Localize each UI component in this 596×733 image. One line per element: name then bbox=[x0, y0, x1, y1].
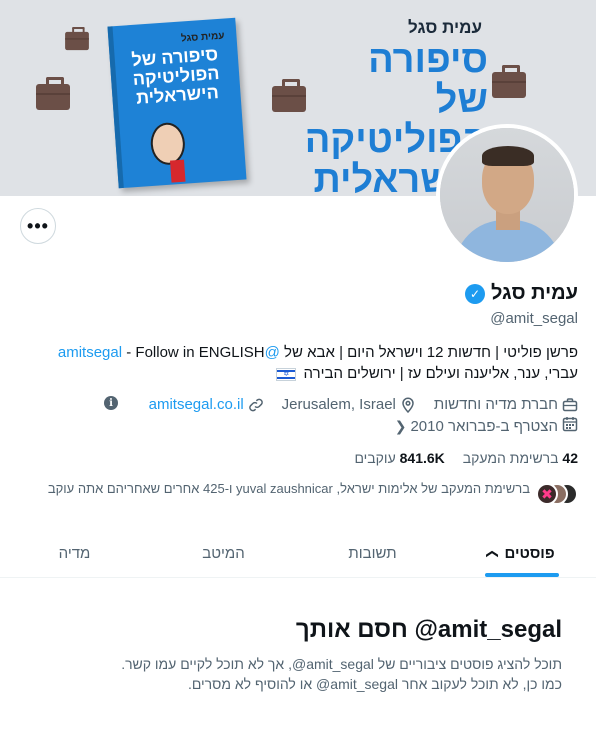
tab-label: פוסטים bbox=[504, 545, 555, 562]
briefcase-icon bbox=[492, 65, 526, 98]
blocked-description: תוכל להציג פוסטים ציבוריים של amit_segal… bbox=[22, 654, 562, 694]
info-icon[interactable]: i bbox=[104, 396, 118, 410]
follower-avatars: ✖ bbox=[536, 483, 578, 507]
more-options-button[interactable]: ••• bbox=[20, 208, 56, 244]
bio-line-1: פרשן פוליטי | חדשות 12 וישראל היום | אבא… bbox=[12, 342, 578, 363]
profile-meta: חברת מדיה וחדשות Jerusalem, Israel amits… bbox=[12, 395, 578, 415]
banner-title-line: סיפורה של bbox=[368, 39, 488, 121]
blocked-line: כמו כן, לא תוכל לעקוב אחר amit_segal@ או… bbox=[187, 676, 562, 692]
followers-you-know-text: ברשימת המעקב של אלימות ישראל, yuval zaus… bbox=[47, 481, 530, 496]
follower-avatar: ✖ bbox=[536, 483, 558, 505]
followers-count: 841.6K bbox=[399, 450, 445, 466]
bio-text: פרשן פוליטי | חדשות 12 וישראל היום | אבא… bbox=[284, 344, 578, 361]
book-cover: עמית סגל סיפורה של הפוליטיקה הישראלית bbox=[107, 17, 247, 189]
blocked-line: תוכל להציג פוסטים ציבוריים של amit_segal… bbox=[121, 656, 562, 672]
briefcase-icon bbox=[562, 397, 578, 413]
more-icon: ••• bbox=[27, 216, 49, 236]
location-item: Jerusalem, Israel bbox=[282, 395, 416, 415]
link-icon bbox=[248, 397, 264, 413]
category-label: חברת מדיה וחדשות bbox=[433, 396, 558, 413]
profile-avatar[interactable] bbox=[436, 124, 578, 266]
tab-label: המיטב bbox=[202, 545, 245, 562]
profile-bio: פרשן פוליטי | חדשות 12 וישראל היום | אבא… bbox=[12, 342, 578, 384]
chevron-left-icon: ❮ bbox=[394, 417, 407, 434]
followers-link[interactable]: 841.6K עוקבים bbox=[354, 450, 444, 466]
profile-tabs: פוסטים ❯ תשובות המיטב מדיה bbox=[0, 530, 596, 578]
profile-handle: @amit_segal bbox=[490, 310, 578, 327]
following-link[interactable]: 42 ברשימת המעקב bbox=[463, 450, 578, 466]
tab-label: מדיה bbox=[58, 545, 91, 562]
banner-author: עמית סגל bbox=[408, 18, 482, 37]
joined-label: הצטרף ב-פברואר 2010 bbox=[410, 417, 558, 435]
book-title: סיפורה של הפוליטיקה הישראלית bbox=[130, 44, 221, 108]
location-label: Jerusalem, Israel bbox=[281, 396, 396, 413]
verified-badge-icon[interactable]: ✓ bbox=[464, 283, 485, 304]
tab-label: תשובות bbox=[348, 545, 397, 562]
book-author: עמית סגל bbox=[180, 30, 225, 45]
avatar-hair bbox=[482, 146, 534, 166]
profile-stats: 42 ברשימת המעקב 841.6K עוקבים bbox=[354, 450, 578, 466]
location-pin-icon bbox=[400, 397, 416, 413]
following-label: ברשימת המעקב bbox=[462, 450, 559, 466]
bio-english-note: - Follow in ENGLISH bbox=[126, 344, 265, 361]
active-tab-indicator bbox=[484, 573, 559, 577]
website-link[interactable]: amitsegal.co.il bbox=[149, 395, 244, 415]
display-name: עמית סגל bbox=[490, 282, 578, 304]
tab-replies[interactable]: תשובות bbox=[298, 530, 447, 577]
briefcase-icon bbox=[36, 77, 70, 110]
profile-name-row: עמית סגל ✓ bbox=[464, 282, 578, 305]
joined-date[interactable]: הצטרף ב-פברואר 2010 ❮ bbox=[395, 416, 578, 436]
tab-posts[interactable]: פוסטים ❯ bbox=[447, 530, 596, 577]
tab-highlights[interactable]: המיטב bbox=[149, 530, 298, 577]
followers-label: עוקבים bbox=[354, 450, 396, 466]
blocked-title: amit_segal@ חסם אותך bbox=[295, 616, 562, 643]
briefcase-icon bbox=[272, 79, 306, 112]
bio-line-2: עברי, ענר, אליענה ועילם עז | ירושלים הבי… bbox=[12, 363, 578, 384]
caricature-tie bbox=[170, 159, 186, 183]
category-item: חברת מדיה וחדשות bbox=[434, 395, 578, 415]
followers-you-know[interactable]: ✖ ברשימת המעקב של אלימות ישראל, yuval za… bbox=[12, 480, 578, 516]
briefcase-icon bbox=[65, 27, 89, 51]
chevron-down-icon: ❯ bbox=[486, 548, 501, 559]
following-count: 42 bbox=[562, 450, 578, 466]
website-item[interactable]: amitsegal.co.il bbox=[149, 395, 264, 415]
bio-text: עברי, ענר, אליענה ועילם עז | ירושלים הבי… bbox=[303, 365, 578, 382]
calendar-icon bbox=[562, 416, 578, 436]
tab-media[interactable]: מדיה bbox=[0, 530, 149, 577]
israel-flag-icon: ✡ bbox=[276, 367, 297, 381]
